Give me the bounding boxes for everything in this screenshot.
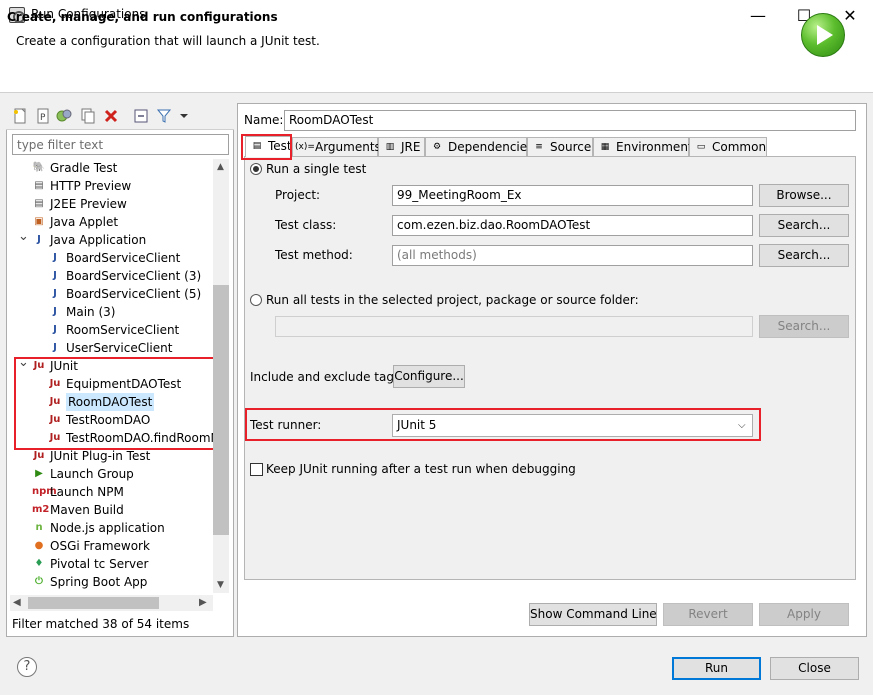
pivotal-icon: ♦ <box>34 558 44 569</box>
single-test-label: Run a single test <box>266 162 367 176</box>
tree-item-label: Spring Boot App <box>50 575 148 589</box>
configuration-tree: 🐘 Gradle Test ▤ HTTP Preview ▤ J2EE Preview ▣ J… <box>0 0 213 593</box>
dependencies-tab-icon: ⚙ <box>432 142 442 152</box>
j2ee-preview-icon: ▤ <box>34 198 44 209</box>
tree-item-label: BoardServiceClient <box>66 251 181 265</box>
tree-item-label: Launch NPM <box>50 485 124 499</box>
tab-common-label: Common <box>712 140 767 154</box>
java-app-icon: J <box>53 306 57 317</box>
jre-tab-icon: ▥ <box>385 142 395 152</box>
tab-arguments-label: Arguments <box>315 140 381 154</box>
tab-environment[interactable]: ▦ Environment <box>593 137 693 156</box>
spring-boot-icon: ⏻ <box>35 576 43 587</box>
revert-button: Revert <box>663 603 753 626</box>
tree-item-label: BoardServiceClient (5) <box>66 287 202 301</box>
tab-source-label: Source <box>550 140 592 154</box>
nodejs-icon: n <box>35 522 43 533</box>
test-runner-highlight-box <box>245 408 761 441</box>
tree-item-label: Java Application <box>50 233 147 247</box>
gradle-icon: 🐘 <box>32 162 46 173</box>
tree-item-label: RoomServiceClient <box>66 323 180 337</box>
launch-group-icon: ▶ <box>35 468 43 479</box>
tree-item-label: OSGi Framework <box>50 539 150 553</box>
tree-item-label: Main (3) <box>66 305 116 319</box>
tab-dependencies-label: Dependencies <box>448 140 534 154</box>
run-button[interactable]: Run <box>672 657 761 680</box>
tab-environment-label: Environment <box>616 140 693 154</box>
scroll-up-chevron-icon[interactable]: ▲ <box>217 162 224 172</box>
project-label: Project: <box>275 188 321 202</box>
tab-jre-label: JRE <box>401 140 421 154</box>
maven-icon: m2 <box>32 504 50 515</box>
minimize-button[interactable]: — <box>735 0 781 31</box>
tree-horizontal-scroll-thumb[interactable] <box>28 597 159 609</box>
scroll-down-chevron-icon[interactable]: ▼ <box>217 580 224 590</box>
java-app-icon: J <box>53 270 57 281</box>
tree-vertical-scroll-thumb[interactable] <box>213 285 229 535</box>
osgi-icon: ● <box>34 540 44 551</box>
keep-running-label: Keep JUnit running after a test run when… <box>266 462 576 476</box>
java-app-icon: J <box>53 288 57 299</box>
container-search-button: Search... <box>759 315 849 338</box>
config-name-input[interactable]: RoomDAOTest <box>284 110 856 131</box>
test-class-search-button[interactable]: Search... <box>759 214 849 237</box>
tab-dependencies[interactable]: ⚙ Dependencies <box>425 137 533 156</box>
tree-item-label: Maven Build <box>50 503 124 517</box>
keep-running-checkbox[interactable] <box>250 463 263 476</box>
tab-jre[interactable]: ▥ JRE <box>378 137 425 156</box>
applet-icon: ▣ <box>34 216 44 227</box>
tree-item-label: Pivotal tc Server <box>50 557 149 571</box>
configure-tags-button[interactable]: Configure... <box>393 365 465 388</box>
source-tab-icon: ≡ <box>535 142 543 152</box>
show-command-line-button[interactable]: Show Command Line <box>529 603 657 626</box>
tree-item-label: Launch Group <box>50 467 134 481</box>
test-method-label: Test method: <box>275 248 353 262</box>
help-icon[interactable]: ? <box>17 657 37 677</box>
junit-highlight-box <box>14 357 215 450</box>
tab-common[interactable]: ▭ Common <box>689 137 767 156</box>
tree-item-label: J2EE Preview <box>50 197 127 211</box>
apply-button: Apply <box>759 603 849 626</box>
filter-status-text: Filter matched 38 of 54 items <box>12 617 190 631</box>
java-app-icon: J <box>53 342 57 353</box>
tree-item-label: BoardServiceClient (3) <box>66 269 202 283</box>
java-app-icon: J <box>53 324 57 335</box>
test-tab-highlight-box <box>241 134 292 160</box>
test-class-label: Test class: <box>275 218 337 232</box>
all-tests-radio[interactable] <box>250 294 262 306</box>
expand-chevron-icon[interactable]: ⌄ <box>18 228 29 246</box>
run-logo-icon <box>801 13 845 57</box>
tree-item-label: Gradle Test <box>50 161 118 175</box>
tree-item-label: Java Applet <box>50 215 119 229</box>
junit-plugin-icon: Ju <box>33 450 45 461</box>
tab-source[interactable]: ≡ Source <box>527 137 593 156</box>
java-app-icon: J <box>53 252 57 263</box>
npm-icon: npm <box>32 486 57 497</box>
container-field <box>275 316 753 337</box>
arguments-tab-icon: (x)= <box>295 142 315 152</box>
tree-item-label: UserServiceClient <box>66 341 173 355</box>
http-preview-icon: ▤ <box>34 180 44 191</box>
tree-item-label: HTTP Preview <box>50 179 132 193</box>
project-field[interactable]: 99_MeetingRoom_Ex <box>392 185 753 206</box>
single-test-radio[interactable] <box>250 163 262 175</box>
tab-arguments[interactable]: (x)= Arguments <box>292 137 381 156</box>
scroll-right-chevron-icon[interactable]: ▶ <box>199 597 207 608</box>
test-class-field[interactable]: com.ezen.biz.dao.RoomDAOTest <box>392 215 753 236</box>
scroll-left-chevron-icon[interactable]: ◀ <box>13 597 21 608</box>
tags-label: Include and exclude tags: <box>250 370 405 384</box>
java-app-icon: J <box>37 234 41 245</box>
browse-button[interactable]: Browse... <box>759 184 849 207</box>
test-method-field[interactable]: (all methods) <box>392 245 753 266</box>
tree-item-label: Node.js application <box>50 521 165 535</box>
test-method-search-button[interactable]: Search... <box>759 244 849 267</box>
close-button[interactable]: Close <box>770 657 859 680</box>
all-tests-label: Run all tests in the selected project, p… <box>266 293 639 307</box>
name-label: Name: <box>244 113 284 127</box>
environment-tab-icon: ▦ <box>600 142 610 152</box>
common-tab-icon: ▭ <box>696 142 706 152</box>
